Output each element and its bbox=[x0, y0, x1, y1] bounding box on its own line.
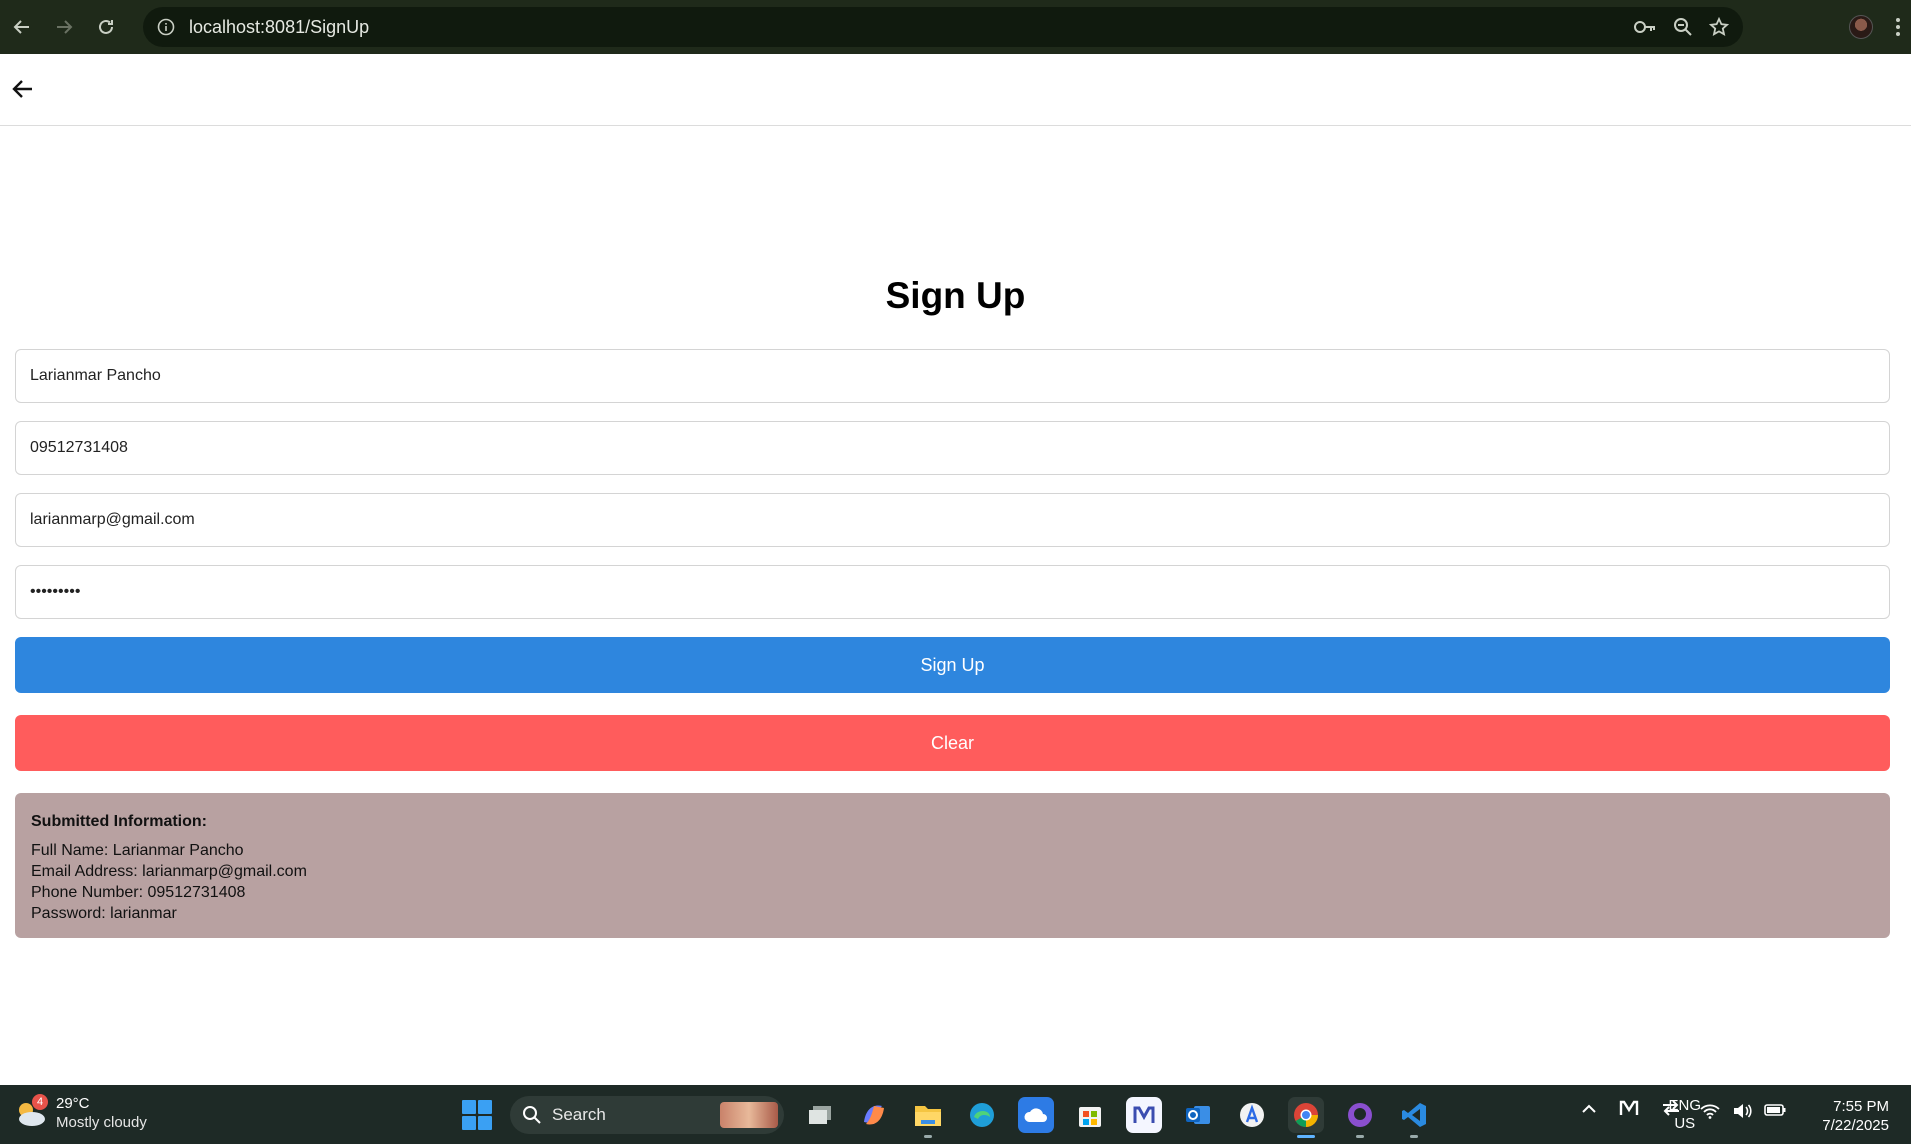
microsoft-store-icon[interactable] bbox=[1072, 1097, 1108, 1133]
bookmark-star-icon[interactable] bbox=[1709, 17, 1729, 37]
password-key-icon[interactable] bbox=[1633, 18, 1657, 36]
email-input[interactable]: larianmarp@gmail.com bbox=[15, 493, 1890, 547]
search-icon bbox=[523, 1106, 541, 1124]
mathpix-icon[interactable] bbox=[1126, 1097, 1162, 1133]
clock[interactable]: 7:55 PM 7/22/2025 bbox=[1822, 1097, 1889, 1135]
signup-button[interactable]: Sign Up bbox=[15, 637, 1890, 693]
windows-start-icon[interactable] bbox=[462, 1100, 492, 1130]
app-header bbox=[0, 54, 1911, 126]
weather-badge: 4 bbox=[32, 1094, 48, 1110]
browser-toolbar: localhost:8081/SignUp bbox=[0, 0, 1911, 54]
forward-icon[interactable] bbox=[44, 7, 84, 47]
chrome-icon[interactable] bbox=[1288, 1097, 1324, 1138]
language-top: ENG bbox=[1668, 1097, 1701, 1114]
language-bottom: US bbox=[1674, 1115, 1696, 1132]
profile-avatar[interactable] bbox=[1849, 15, 1873, 39]
temperature: 29°C bbox=[56, 1095, 90, 1112]
task-view-icon[interactable] bbox=[802, 1097, 838, 1133]
wifi-icon[interactable] bbox=[1700, 1103, 1720, 1119]
submitted-info-panel: Submitted Information: Full Name: Larian… bbox=[15, 793, 1890, 938]
url-text[interactable]: localhost:8081/SignUp bbox=[189, 17, 369, 38]
reload-icon[interactable] bbox=[86, 7, 126, 47]
battery-icon[interactable] bbox=[1764, 1103, 1786, 1117]
url-path: :8081/SignUp bbox=[260, 16, 370, 37]
weather-condition: Mostly cloudy bbox=[56, 1114, 147, 1131]
phone-input[interactable]: 09512731408 bbox=[15, 421, 1890, 475]
copilot-icon[interactable] bbox=[856, 1097, 892, 1133]
onedrive-icon[interactable] bbox=[1018, 1097, 1054, 1133]
menu-icon[interactable] bbox=[1895, 17, 1901, 37]
mathpix-tray-icon[interactable] bbox=[1619, 1100, 1639, 1116]
back-icon[interactable] bbox=[2, 7, 42, 47]
search-label: Search bbox=[552, 1105, 606, 1124]
password-input[interactable]: ••••••••• bbox=[15, 565, 1890, 619]
submitted-phone: Phone Number: 09512731408 bbox=[31, 884, 246, 901]
clock-date: 7/22/2025 bbox=[1822, 1117, 1889, 1134]
taskbar: 4 29°C Mostly cloudy Search ENG US 7:55 … bbox=[0, 1085, 1911, 1144]
volume-icon[interactable] bbox=[1732, 1103, 1752, 1119]
url-host: localhost bbox=[189, 16, 261, 37]
site-info-icon[interactable] bbox=[157, 18, 175, 36]
page-title: Sign Up bbox=[885, 275, 1026, 316]
zoom-icon[interactable] bbox=[1673, 17, 1693, 37]
submitted-password: Password: larianmar bbox=[31, 905, 177, 922]
language-indicator[interactable]: ENG US bbox=[1668, 1097, 1701, 1133]
clear-button[interactable]: Clear bbox=[15, 715, 1890, 771]
chevron-up-icon[interactable] bbox=[1581, 1103, 1597, 1113]
full-name-input[interactable]: Larianmar Pancho bbox=[15, 349, 1890, 403]
back-arrow-icon[interactable] bbox=[10, 76, 36, 102]
taskbar-search[interactable]: Search bbox=[510, 1096, 784, 1134]
outlook-icon[interactable] bbox=[1180, 1097, 1216, 1133]
submitted-email: Email Address: larianmarp@gmail.com bbox=[31, 863, 307, 880]
cloudy-weather-icon: 4 bbox=[14, 1094, 48, 1128]
app-installer-icon[interactable] bbox=[1234, 1097, 1270, 1133]
file-explorer-icon[interactable] bbox=[910, 1097, 946, 1138]
github-desktop-icon[interactable] bbox=[1342, 1097, 1378, 1138]
search-highlight-image bbox=[720, 1102, 778, 1128]
clock-time: 7:55 PM bbox=[1833, 1098, 1889, 1115]
address-bar[interactable]: localhost:8081/SignUp bbox=[143, 7, 1743, 47]
vscode-icon[interactable] bbox=[1396, 1097, 1432, 1138]
weather-widget[interactable]: 4 29°C Mostly cloudy bbox=[14, 1094, 147, 1132]
edge-browser-icon[interactable] bbox=[964, 1097, 1000, 1133]
submitted-heading: Submitted Information: bbox=[31, 813, 207, 830]
submitted-full-name: Full Name: Larianmar Pancho bbox=[31, 842, 244, 859]
